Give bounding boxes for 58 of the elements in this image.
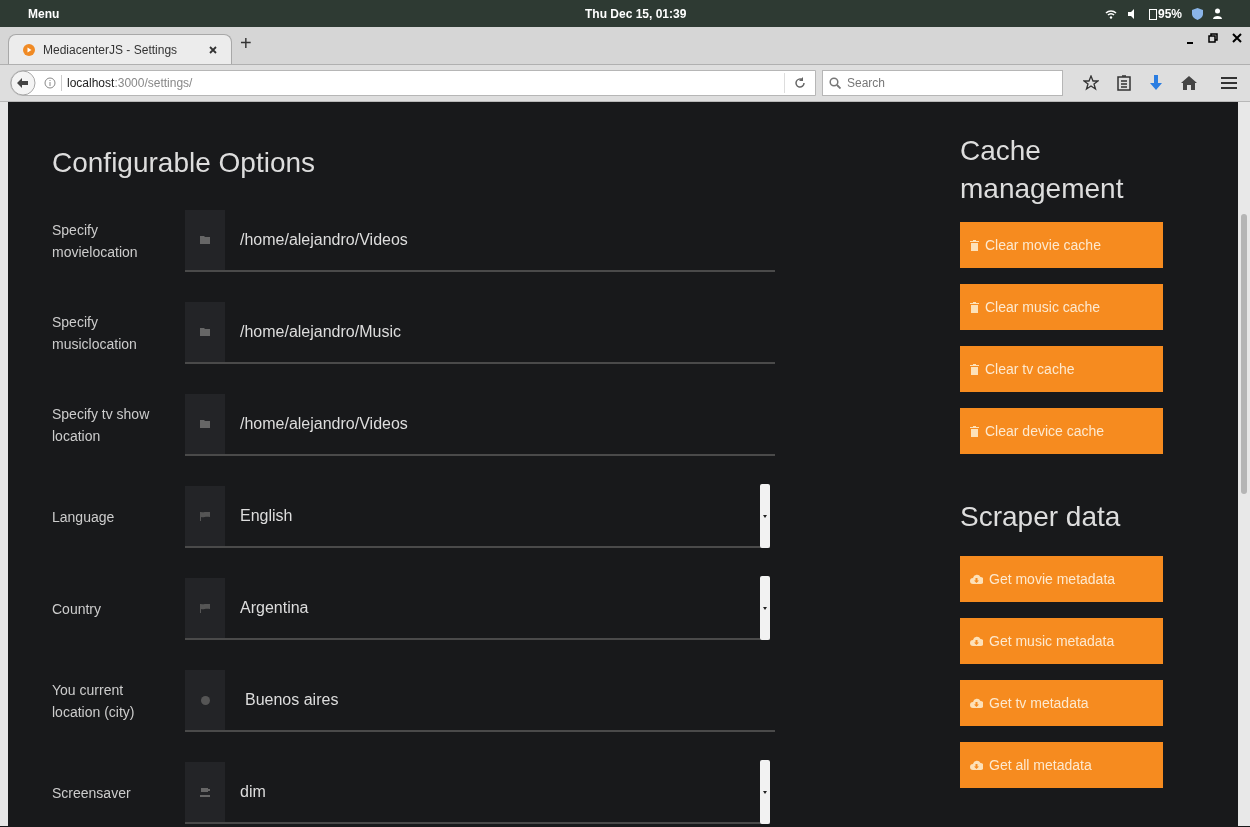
- home-icon[interactable]: [1181, 76, 1197, 90]
- dropdown[interactable]: Argentina: [185, 578, 770, 640]
- section-heading: Configurable Options: [52, 146, 317, 180]
- menu-label[interactable]: Menu: [28, 4, 60, 23]
- field-label: Specify movielocation: [52, 221, 139, 262]
- field-label: Country: [52, 600, 103, 619]
- battery-icon[interactable]: [1148, 7, 1157, 20]
- search-icon: [829, 77, 841, 89]
- close-icon[interactable]: [209, 45, 218, 54]
- battery-percent: 95%: [1157, 5, 1182, 23]
- flag-icon: [200, 511, 210, 521]
- cloud-download-icon: [970, 574, 983, 584]
- field-label: Screensaver: [52, 784, 132, 803]
- close-icon[interactable]: [1232, 33, 1242, 43]
- user-icon[interactable]: [1213, 8, 1222, 19]
- shield-icon[interactable]: [1192, 7, 1203, 20]
- caret-icon: [763, 606, 767, 610]
- trash-icon: [970, 363, 979, 375]
- field-label: Specify tv show location: [52, 405, 151, 446]
- caret-icon: [763, 514, 767, 518]
- restore-icon[interactable]: [1208, 33, 1218, 43]
- field-label: Language: [52, 508, 116, 527]
- back-icon[interactable]: [10, 70, 36, 96]
- dropdown[interactable]: dim: [185, 762, 770, 824]
- play-icon: [23, 43, 35, 56]
- folder-icon: [200, 328, 210, 336]
- clipboard-icon[interactable]: [1117, 75, 1131, 91]
- reload-icon[interactable]: [794, 77, 806, 89]
- menu-icon[interactable]: [1221, 76, 1237, 90]
- scrollbar[interactable]: [1238, 102, 1250, 826]
- input-field[interactable]: Buenos aires: [185, 670, 775, 732]
- browser-tab[interactable]: MediacenterJS - Settings: [8, 34, 233, 64]
- star-icon[interactable]: [1083, 75, 1099, 91]
- clock: Thu Dec 15, 01:39: [585, 5, 687, 23]
- new-tab-button[interactable]: +: [232, 28, 260, 64]
- caret-icon: [763, 790, 767, 794]
- dropdown[interactable]: English: [185, 486, 770, 548]
- trash-icon: [970, 239, 979, 251]
- input-field[interactable]: /home/alejandro/Videos: [185, 210, 775, 272]
- section-heading: Cache management: [960, 134, 1125, 206]
- address-bar[interactable]: localhost:3000/settings/: [10, 70, 816, 96]
- url-text[interactable]: localhost:3000/settings/: [67, 74, 193, 92]
- cloud-download-icon: [970, 760, 983, 770]
- folder-icon: [200, 236, 210, 244]
- input-field[interactable]: /home/alejandro/Videos: [185, 394, 775, 456]
- trash-icon: [970, 425, 979, 437]
- download-icon[interactable]: [1149, 75, 1163, 91]
- input-field[interactable]: /home/alejandro/Music: [185, 302, 775, 364]
- trash-icon: [970, 301, 979, 313]
- search-field[interactable]: Search: [822, 70, 1063, 96]
- field-label: Specify musiclocation: [52, 313, 138, 354]
- flag-icon: [200, 603, 210, 613]
- section-heading: Scraper data: [960, 500, 1122, 534]
- field-label: You current location (city): [52, 681, 136, 722]
- folder-icon: [200, 420, 210, 428]
- cloud-download-icon: [970, 698, 983, 708]
- wifi-icon[interactable]: [1104, 8, 1117, 19]
- cloud-download-icon: [970, 636, 983, 646]
